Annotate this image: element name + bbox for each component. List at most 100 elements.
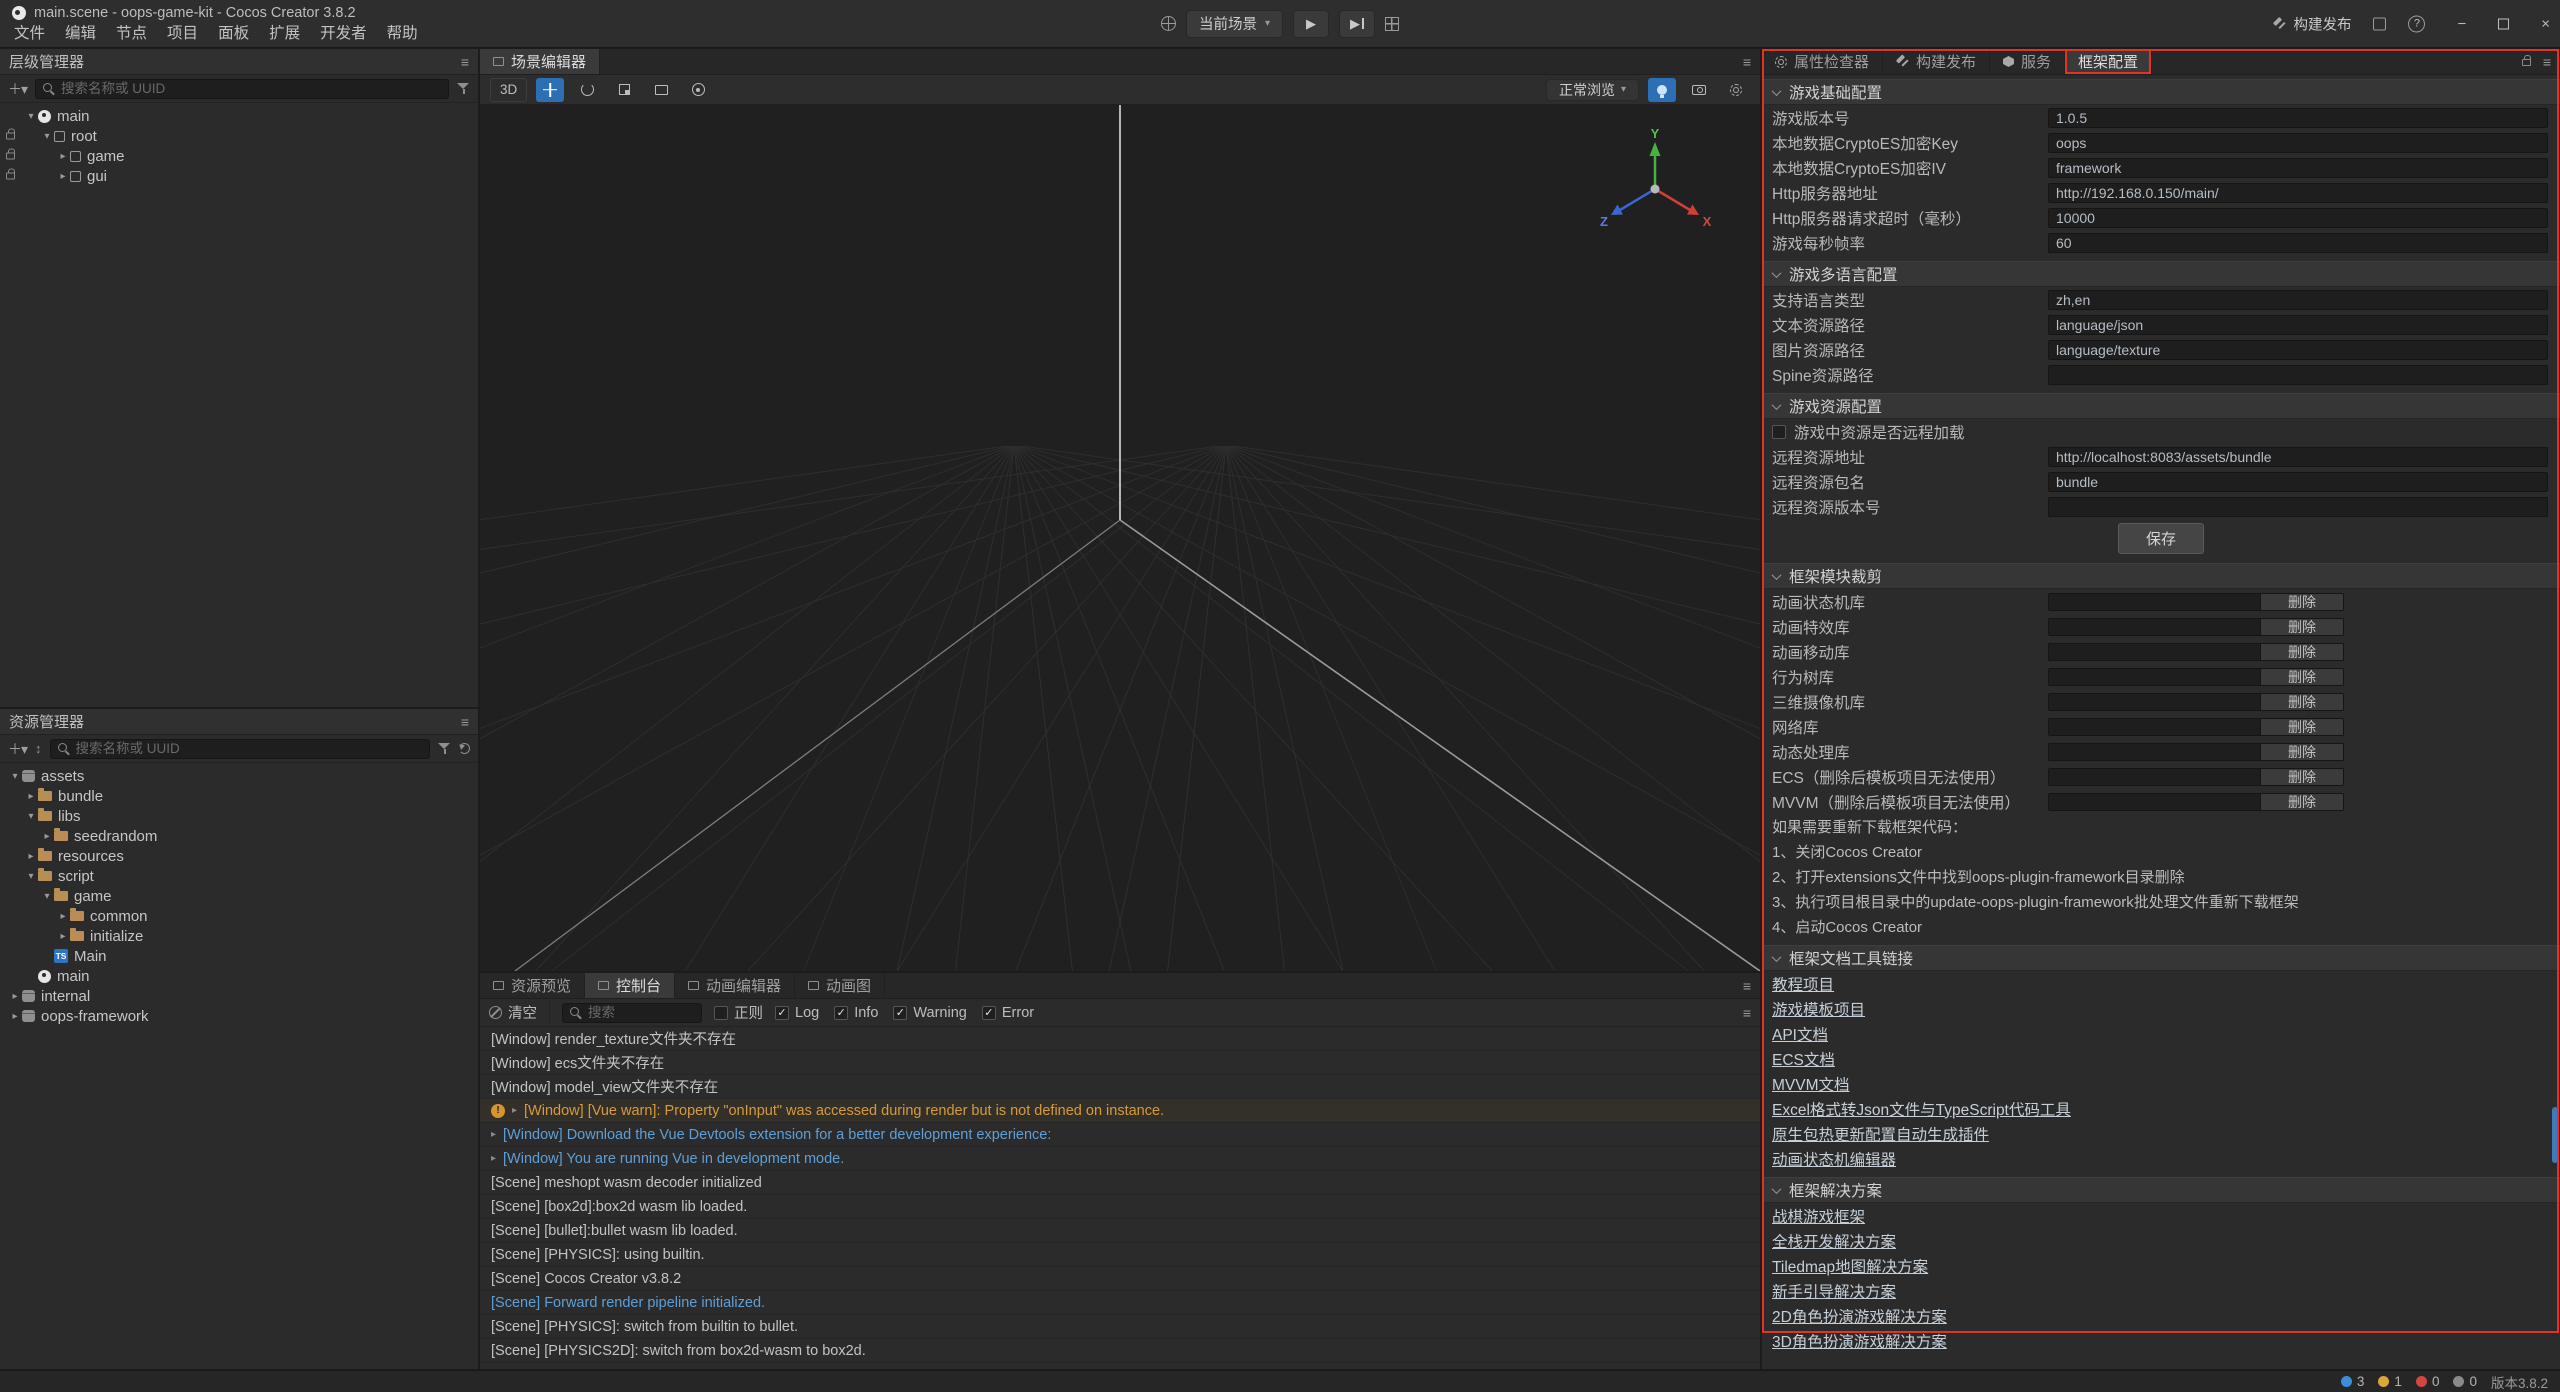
status-count[interactable]: 1 [2378, 1374, 2402, 1389]
tree-row[interactable]: ▸game [0, 146, 478, 166]
tree-row[interactable]: ▸internal [0, 986, 478, 1006]
expand-arrow-icon[interactable]: ▸ [491, 1153, 496, 1164]
filter-icon[interactable] [457, 82, 470, 95]
expand-arrow-icon[interactable]: ▾ [40, 891, 54, 902]
checkbox[interactable] [834, 1006, 848, 1020]
tree-row[interactable]: ▸resources [0, 846, 478, 866]
add-asset-button[interactable]: ＋▾ [8, 739, 27, 759]
console-log-row[interactable]: [Scene] Cocos Creator v3.8.2 [480, 1267, 1760, 1291]
delete-button[interactable]: 删除 [2260, 618, 2344, 636]
tree-row[interactable]: ▾root [0, 126, 478, 146]
expand-arrow-icon[interactable]: ▸ [56, 931, 70, 942]
expand-arrow-icon[interactable]: ▸ [56, 911, 70, 922]
console-search[interactable] [562, 1003, 702, 1023]
checkbox[interactable] [1772, 425, 1786, 439]
delete-button[interactable]: 删除 [2260, 743, 2344, 761]
expand-arrow-icon[interactable]: ▾ [40, 131, 54, 142]
tree-row[interactable]: ▾main [0, 106, 478, 126]
console-tab[interactable]: 动画编辑器 [675, 973, 795, 998]
expand-arrow-icon[interactable]: ▸ [56, 151, 70, 162]
checkbox[interactable] [893, 1006, 907, 1020]
play-button[interactable]: ▶ [1293, 10, 1329, 38]
console-log-row[interactable]: [Scene] meshopt wasm decoder initialized [480, 1171, 1760, 1195]
step-button[interactable]: ▶ [1339, 10, 1375, 38]
console-log-row[interactable]: [Window] model_view文件夹不存在 [480, 1075, 1760, 1099]
checkbox[interactable] [714, 1006, 728, 1020]
field-input[interactable] [2048, 158, 2548, 178]
menu-item[interactable]: 项目 [157, 18, 208, 46]
expand-arrow-icon[interactable]: ▸ [24, 851, 38, 862]
inspector-tab[interactable]: 构建发布 [1883, 49, 1990, 74]
filter-icon[interactable] [438, 742, 451, 755]
expand-arrow-icon[interactable]: ▸ [8, 991, 22, 1002]
field-input[interactable] [2048, 447, 2548, 467]
tree-row[interactable]: ▾game [0, 886, 478, 906]
layout-grid-icon[interactable] [1385, 17, 1399, 31]
console-log-row[interactable]: [Scene] [PHYSICS]: switch from builtin t… [480, 1315, 1760, 1339]
doc-link[interactable]: 游戏模板项目 [1772, 998, 1865, 1020]
tree-row[interactable]: ▸initialize [0, 926, 478, 946]
panel-menu-icon[interactable]: ≡ [461, 714, 469, 730]
menu-item[interactable]: 开发者 [310, 18, 377, 46]
console-filter[interactable]: Error [982, 1005, 1034, 1021]
doc-link[interactable]: ECS文档 [1772, 1048, 1835, 1070]
build-button[interactable]: 构建发布 [2273, 13, 2351, 34]
package-icon[interactable] [2373, 17, 2386, 30]
console-log-row[interactable]: [Scene] [PHYSICS2D]: switch from box2d-w… [480, 1339, 1760, 1363]
console-filter[interactable]: Warning [893, 1005, 966, 1021]
scene-settings-button[interactable] [1722, 78, 1750, 102]
menu-item[interactable]: 文件 [4, 18, 55, 46]
preview-target-icon[interactable] [1161, 16, 1176, 31]
section-header[interactable]: 游戏多语言配置 [1762, 261, 2560, 287]
tree-row[interactable]: ▸oops-framework [0, 1006, 478, 1026]
delete-button[interactable]: 删除 [2260, 693, 2344, 711]
section-header[interactable]: 框架文档工具链接 [1762, 945, 2560, 971]
console-log-row[interactable]: [Window] render_texture文件夹不存在 [480, 1027, 1760, 1051]
status-count[interactable]: 0 [2416, 1374, 2440, 1389]
search-input[interactable] [588, 1005, 694, 1020]
scene-viewport[interactable]: Y X Z [480, 105, 1760, 971]
camera-preview-button[interactable] [1685, 78, 1713, 102]
inspector-tab[interactable]: 属性检查器 [1762, 49, 1883, 74]
expand-arrow-icon[interactable]: ▸ [8, 1011, 22, 1022]
search-input[interactable] [76, 741, 422, 756]
field-input[interactable] [2048, 497, 2548, 517]
doc-link[interactable]: 3D角色扮演游戏解决方案 [1772, 1330, 1947, 1352]
help-icon[interactable]: ? [2408, 15, 2425, 32]
field-input[interactable] [2048, 472, 2548, 492]
doc-link[interactable]: Tiledmap地图解决方案 [1772, 1255, 1928, 1277]
rotate-tool-button[interactable] [573, 78, 601, 102]
menu-item[interactable]: 扩展 [259, 18, 310, 46]
expand-arrow-icon[interactable]: ▾ [24, 811, 38, 822]
field-input[interactable] [2048, 365, 2548, 385]
status-count[interactable]: 3 [2341, 1374, 2365, 1389]
console-filter[interactable]: Log [775, 1005, 819, 1021]
expand-arrow-icon[interactable]: ▸ [24, 791, 38, 802]
doc-link[interactable]: API文档 [1772, 1023, 1828, 1045]
pivot-toggle-button[interactable] [684, 78, 712, 102]
console-log-row[interactable]: ▸[Window] [Vue warn]: Property "onInput"… [480, 1099, 1760, 1123]
menu-item[interactable]: 编辑 [55, 18, 106, 46]
hierarchy-search[interactable] [35, 79, 449, 99]
console-log-row[interactable]: [Scene] [PHYSICS]: using builtin. [480, 1243, 1760, 1267]
lock-toggle[interactable] [6, 133, 15, 140]
tree-row[interactable]: ▸bundle [0, 786, 478, 806]
console-log-row[interactable]: [Window] ecs文件夹不存在 [480, 1051, 1760, 1075]
tree-row[interactable]: ▾libs [0, 806, 478, 826]
field-input[interactable] [2048, 183, 2548, 203]
expand-arrow-icon[interactable]: ▸ [56, 171, 70, 182]
tree-row[interactable]: ▾script [0, 866, 478, 886]
doc-link[interactable]: 战棋游戏框架 [1772, 1205, 1865, 1227]
doc-link[interactable]: 教程项目 [1772, 973, 1834, 995]
axis-gizmo[interactable]: Y X Z [1595, 127, 1715, 237]
lighting-toggle-button[interactable] [1648, 78, 1676, 102]
panel-menu-icon[interactable]: ≡ [1743, 978, 1751, 994]
console-log-row[interactable]: ▸[Window] You are running Vue in develop… [480, 1147, 1760, 1171]
assets-search[interactable] [50, 739, 430, 759]
scrollbar-thumb[interactable] [2552, 1107, 2558, 1163]
lock-toggle[interactable] [6, 173, 15, 180]
minimize-button[interactable]: − [2457, 15, 2466, 32]
console-tab[interactable]: 动画图 [795, 973, 885, 998]
regex-toggle[interactable]: 正则 [714, 1002, 763, 1023]
tree-row[interactable]: ▸gui [0, 166, 478, 186]
